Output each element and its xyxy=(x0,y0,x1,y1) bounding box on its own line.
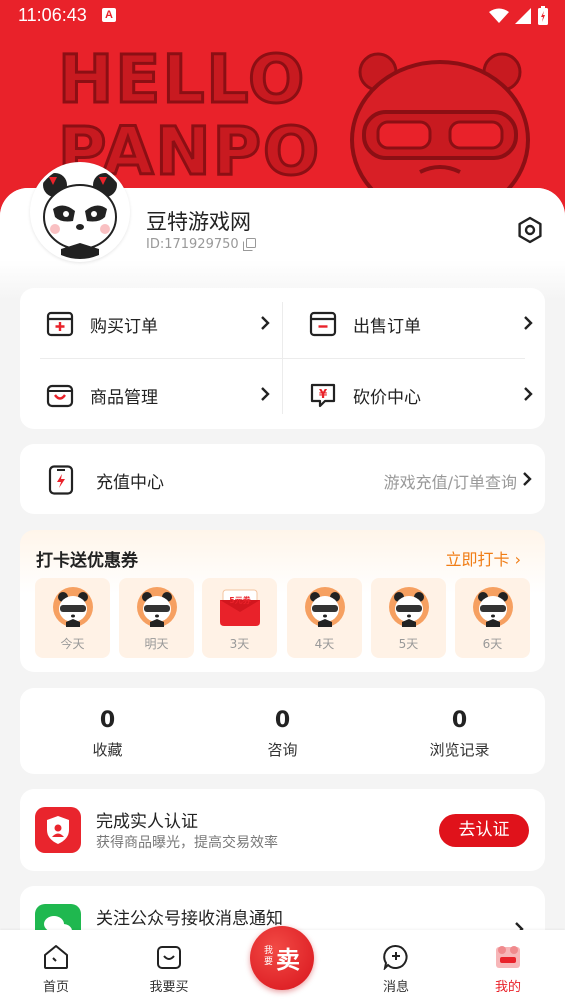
verify-card: 完成实人认证 获得商品曝光，提高交易效率 去认证 xyxy=(20,789,545,871)
status-time: 11:06:43 xyxy=(18,5,87,25)
checkin-day[interactable]: 今天 xyxy=(35,578,110,658)
stat-value: 0 xyxy=(451,708,468,733)
verify-subtitle: 获得商品曝光，提高交易效率 xyxy=(96,835,278,851)
tab-messages[interactable]: 消息 xyxy=(356,930,436,1004)
sell-button-big-text: 卖 xyxy=(276,946,300,974)
signal-icon xyxy=(515,8,531,24)
checkin-day[interactable]: 6天 xyxy=(455,578,530,658)
recharge-center-item[interactable]: 充值中心 游戏充值/订单查询 xyxy=(20,444,545,514)
bargain-chat-icon: ¥ xyxy=(310,383,336,408)
checkin-day-label: 4天 xyxy=(314,637,335,651)
shopping-bag-icon xyxy=(157,946,181,969)
checkin-card: 打卡送优惠券 立即打卡 › 今天 明天 5元券 3天 4天 5天 6天 xyxy=(20,530,545,672)
message-icon xyxy=(383,944,408,970)
stat-history[interactable]: 0 浏览记录 xyxy=(372,688,547,774)
tab-buy[interactable]: 我要买 xyxy=(129,930,209,1004)
sell-button-small-text: 我要 xyxy=(264,946,274,967)
stats-card: 0 收藏 0 咨询 0 浏览记录 xyxy=(20,688,545,774)
chevron-right-icon xyxy=(523,472,532,486)
home-icon xyxy=(44,945,68,969)
stat-label: 浏览记录 xyxy=(429,741,490,759)
orders-card: 购买订单 出售订单 商品管理 ¥ 砍价中心 xyxy=(20,288,545,429)
user-id: ID:171929750 xyxy=(146,237,256,252)
verify-title: 完成实人认证 xyxy=(96,812,198,832)
bargain-center-item[interactable]: ¥ 砍价中心 xyxy=(283,359,545,429)
buy-orders-item[interactable]: 购买订单 xyxy=(20,288,282,358)
sell-button[interactable]: 我要 卖 xyxy=(250,926,314,990)
sell-order-icon xyxy=(309,311,337,337)
tab-buy-label: 我要买 xyxy=(149,980,189,995)
checkin-day-label: 6天 xyxy=(482,637,503,651)
buy-order-icon xyxy=(46,311,74,337)
go-verify-button[interactable]: 去认证 xyxy=(439,814,529,847)
chevron-right-icon xyxy=(524,316,533,330)
panda-mascot-illustration xyxy=(350,52,530,200)
shield-user-icon xyxy=(35,807,81,853)
username: 豆特游戏网 xyxy=(146,210,251,234)
sell-orders-label: 出售订单 xyxy=(353,317,421,337)
wifi-icon xyxy=(489,8,509,23)
chevron-right-icon xyxy=(524,387,533,401)
mine-active-icon xyxy=(496,946,520,968)
stat-inquiries[interactable]: 0 咨询 xyxy=(195,688,370,774)
user-id-text: ID:171929750 xyxy=(146,237,239,252)
stat-value: 0 xyxy=(274,708,291,733)
panda-face-icon xyxy=(53,587,93,627)
checkin-title: 打卡送优惠券 xyxy=(36,551,138,571)
checkin-day[interactable]: 5天 xyxy=(371,578,446,658)
coupon-text: 5元券 xyxy=(229,595,252,605)
tab-home-label: 首页 xyxy=(42,980,69,995)
tab-mine[interactable]: 我的 xyxy=(468,930,548,1004)
recharge-sublabel: 游戏充值/订单查询 xyxy=(383,473,517,492)
stat-value: 0 xyxy=(99,708,116,733)
chevron-right-icon xyxy=(261,316,270,330)
tab-messages-label: 消息 xyxy=(382,980,409,995)
recharge-label: 充值中心 xyxy=(96,473,164,493)
stat-label: 收藏 xyxy=(92,741,123,759)
checkin-day-label: 今天 xyxy=(60,637,85,651)
checkin-day[interactable]: 明天 xyxy=(119,578,194,658)
product-mgmt-label: 商品管理 xyxy=(90,388,158,408)
avatar[interactable] xyxy=(30,162,130,262)
panda-face-icon xyxy=(389,587,429,627)
status-bar: 11:06:43 A xyxy=(0,0,565,32)
sell-orders-item[interactable]: 出售订单 xyxy=(283,288,545,358)
checkin-day[interactable]: 5元券 3天 xyxy=(202,578,277,658)
checkin-day-label: 5天 xyxy=(398,637,419,651)
battery-icon xyxy=(538,6,548,25)
checkin-day[interactable]: 4天 xyxy=(287,578,362,658)
recharge-phone-icon xyxy=(48,465,74,495)
shopping-bag-icon xyxy=(46,384,74,408)
checkin-now-link[interactable]: 立即打卡 › xyxy=(446,546,522,570)
tab-mine-label: 我的 xyxy=(494,980,521,995)
copy-icon[interactable] xyxy=(242,238,256,251)
wechat-title: 关注公众号接收消息通知 xyxy=(96,909,283,929)
stat-favorites[interactable]: 0 收藏 xyxy=(20,688,195,774)
coupon-icon: 5元券 xyxy=(220,589,260,626)
chevron-right-icon xyxy=(261,387,270,401)
notification-icon: A xyxy=(102,8,116,22)
checkin-day-label: 明天 xyxy=(144,637,169,651)
buy-orders-label: 购买订单 xyxy=(90,317,158,337)
settings-icon[interactable] xyxy=(516,216,544,244)
panda-face-icon xyxy=(473,587,513,627)
svg-text:¥: ¥ xyxy=(319,387,328,401)
panda-avatar-icon xyxy=(43,173,117,259)
bargain-center-label: 砍价中心 xyxy=(353,388,421,408)
panda-face-icon xyxy=(305,587,345,627)
product-mgmt-item[interactable]: 商品管理 xyxy=(20,359,282,429)
tab-home[interactable]: 首页 xyxy=(16,930,96,1004)
checkin-day-label: 3天 xyxy=(229,637,250,651)
panda-face-icon xyxy=(137,587,177,627)
stat-label: 咨询 xyxy=(267,741,298,759)
